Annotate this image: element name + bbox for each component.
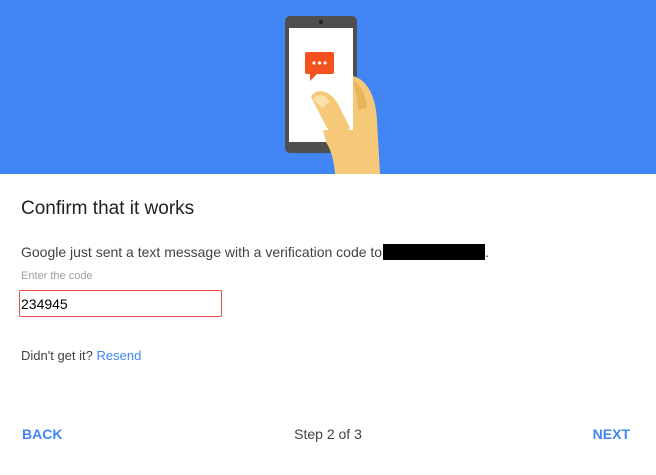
verification-message: Google just sent a text message with a v…	[21, 244, 489, 260]
redacted-phone-number	[383, 244, 486, 260]
phone-with-hand-illustration	[285, 16, 380, 174]
message-text: Google just sent a text message with a v…	[21, 244, 383, 260]
resend-line: Didn't get it? Resend	[21, 348, 141, 363]
next-button[interactable]: NEXT	[593, 426, 630, 442]
header-banner	[0, 0, 656, 174]
resend-link[interactable]: Resend	[96, 348, 141, 363]
message-suffix: .	[485, 244, 489, 260]
step-indicator: Step 2 of 3	[294, 426, 362, 442]
code-field-label: Enter the code	[21, 270, 93, 282]
resend-prompt: Didn't get it?	[21, 348, 93, 363]
verification-dialog: Confirm that it works Google just sent a…	[0, 0, 656, 475]
verification-code-input[interactable]	[19, 290, 222, 317]
dialog-title: Confirm that it works	[21, 198, 195, 219]
back-button[interactable]: BACK	[22, 426, 62, 442]
